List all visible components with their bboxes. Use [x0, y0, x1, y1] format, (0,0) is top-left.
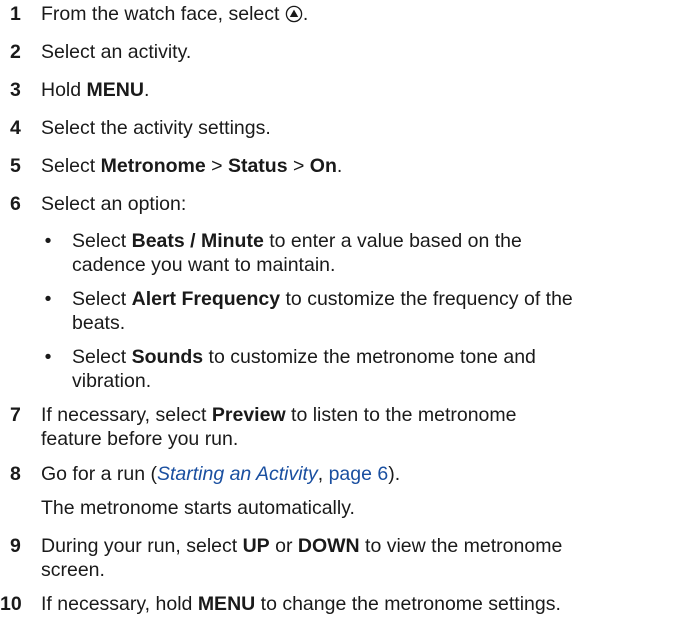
menu-button-name: MENU: [86, 79, 144, 101]
step-number: 6: [10, 193, 21, 215]
step-number: 5: [10, 155, 21, 177]
down-button-name: DOWN: [297, 535, 360, 557]
step-text: Select an activity.: [41, 41, 192, 63]
step-8-text: Go for a run (: [41, 463, 157, 485]
bullet-icon: •: [44, 230, 52, 252]
path-separator: >: [292, 155, 305, 177]
step-7-rest: to listen to the metronome: [291, 404, 517, 426]
option-description-cont: cadence you want to maintain.: [72, 254, 336, 276]
preview-option-name: Preview: [211, 404, 286, 426]
step-number: 10: [0, 593, 22, 615]
step-5-text: Select: [41, 155, 96, 177]
link-separator: ,: [317, 463, 329, 485]
step-text: From the watch face, select .: [41, 2, 693, 26]
step-number: 3: [10, 79, 21, 101]
step-number: 2: [10, 41, 21, 63]
option-description: to customize the frequency of the: [285, 288, 573, 310]
step-text: During your run, select UP or DOWN to vi…: [41, 534, 693, 582]
instructions-page: 1 From the watch face, select . 2 Select…: [0, 0, 693, 619]
step-note-text: The metronome starts automatically.: [41, 497, 355, 519]
step-number: 4: [10, 117, 21, 139]
step-10-text: If necessary, hold: [41, 593, 193, 615]
option-description-cont: vibration.: [72, 370, 152, 392]
up-button-icon: [285, 5, 303, 23]
bullet-icon: •: [44, 288, 52, 310]
step-5-end: .: [336, 155, 343, 177]
step-text: If necessary, hold MENU to change the me…: [41, 592, 693, 616]
step-3-text: Hold: [41, 79, 82, 101]
step-number: 7: [10, 404, 21, 426]
option-lead-text: Select: [72, 346, 127, 368]
step-3-end: .: [143, 79, 150, 101]
step-number: 9: [10, 535, 21, 557]
option-description: to customize the metronome tone and: [208, 346, 536, 368]
step-number: 8: [10, 463, 21, 485]
step-9-or: or: [275, 535, 293, 557]
step-text: Select Metronome > Status > On.: [41, 154, 693, 178]
step-7-cont: feature before you run.: [41, 428, 239, 450]
option-text: Select Sounds to customize the metronome…: [72, 345, 693, 393]
option-description: to enter a value based on the: [269, 230, 522, 252]
beats-minute-setting-name: Beats / Minute: [131, 230, 264, 252]
starting-activity-link[interactable]: Starting an Activity: [157, 463, 318, 485]
on-option-name: On: [309, 155, 337, 177]
step-7-text: If necessary, select: [41, 404, 207, 426]
alert-frequency-setting-name: Alert Frequency: [131, 288, 281, 310]
step-9-rest: to view the metronome: [365, 535, 563, 557]
bullet-icon: •: [44, 346, 52, 368]
step-text: Go for a run (Starting an Activity, page…: [41, 462, 693, 486]
step-10-rest: to change the metronome settings.: [260, 593, 561, 615]
path-separator: >: [211, 155, 223, 177]
step-number: 1: [10, 3, 21, 25]
metronome-menu-name: Metronome: [100, 155, 206, 177]
option-text: Select Alert Frequency to customize the …: [72, 287, 693, 335]
status-menu-name: Status: [227, 155, 288, 177]
step-9-text: During your run, select: [41, 535, 238, 557]
step-1-text: From the watch face, select: [41, 3, 280, 25]
option-description-cont: beats.: [72, 312, 126, 334]
step-text: Hold MENU.: [41, 78, 693, 102]
sounds-setting-name: Sounds: [131, 346, 204, 368]
step-text: Select an option:: [41, 193, 187, 215]
option-lead-text: Select: [72, 230, 127, 252]
step-1-end: .: [302, 3, 309, 25]
option-lead-text: Select: [72, 288, 127, 310]
option-text: Select Beats / Minute to enter a value b…: [72, 229, 693, 277]
step-9-cont: screen.: [41, 559, 105, 581]
page-reference-link[interactable]: page 6: [329, 463, 389, 485]
step-8-end: ).: [388, 463, 401, 485]
menu-button-name: MENU: [197, 593, 256, 615]
step-text: If necessary, select Preview to listen t…: [41, 403, 693, 451]
up-button-name: UP: [242, 535, 270, 557]
step-text: Select the activity settings.: [41, 117, 271, 139]
